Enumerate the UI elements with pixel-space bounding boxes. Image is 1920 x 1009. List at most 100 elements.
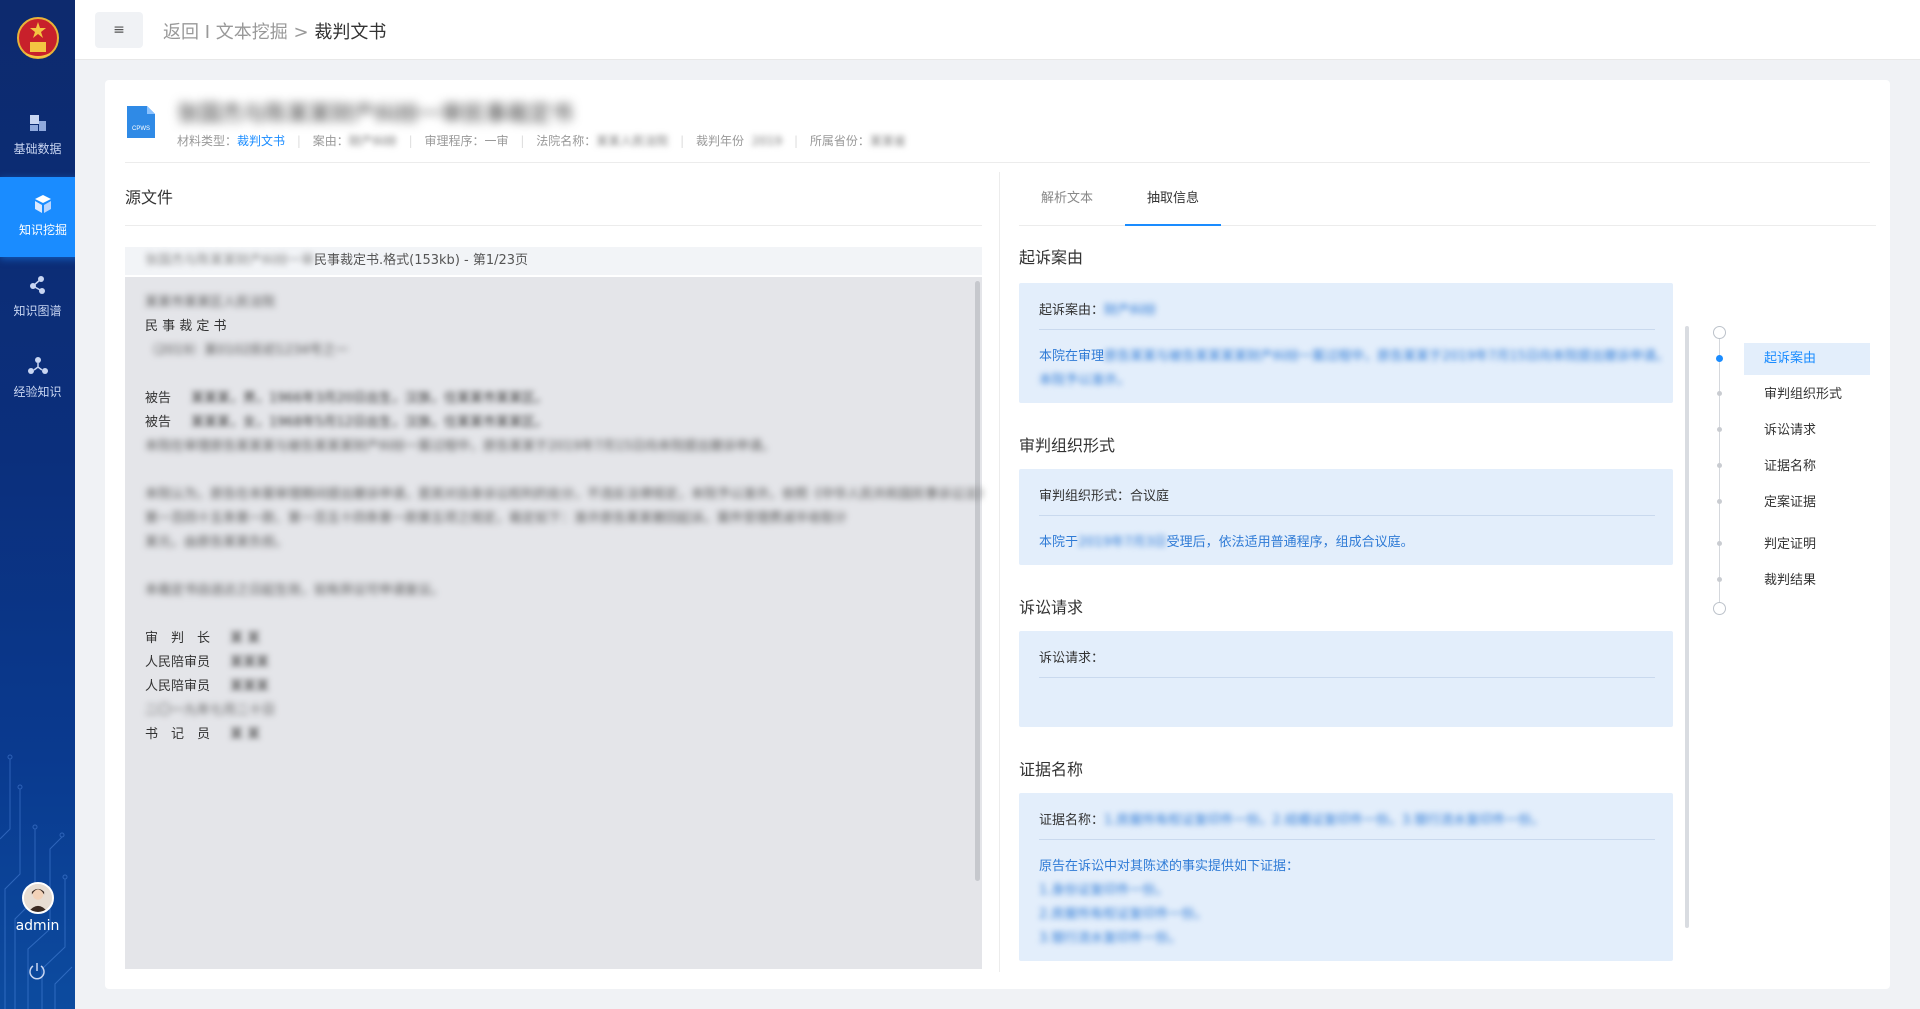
source-file-divider: [125, 225, 982, 226]
section-title: 起诉案由: [1019, 248, 1084, 267]
sidebar-item-experience[interactable]: 经验知识: [0, 339, 75, 419]
graph-icon: [29, 276, 45, 294]
outline-item[interactable]: 证据名称: [1744, 451, 1870, 483]
evidence-item: 1.身份证复印件一份。: [1039, 883, 1169, 898]
tab-extracted-info[interactable]: 抽取信息: [1125, 172, 1221, 226]
meta-cause-value: 财产纠纷: [348, 134, 397, 148]
desc-blurred: 2019年7月3日: [1078, 535, 1167, 550]
desc-suffix: 受理后，依法适用普通程序，组成合议庭。: [1166, 535, 1414, 550]
outline-item[interactable]: 审判组织形式: [1744, 379, 1870, 411]
outline-dot: [1717, 463, 1722, 468]
viewer-scrollbar[interactable]: [975, 281, 980, 881]
document-line: 二〇一九年七月二十日: [145, 703, 276, 718]
outline-dot: [1717, 391, 1722, 396]
field-label: 审判组织形式：: [1039, 489, 1131, 504]
section-box: 诉讼请求：: [1019, 631, 1673, 727]
document-line: 书 记 员某 某: [145, 727, 261, 742]
outline-dot: [1717, 427, 1722, 432]
document-line: 被告 某某某，女，1968年5月12日出生，汉族，住某某市某某区。: [145, 415, 548, 430]
file-info-bar: 张国杰与陈某某财产纠纷一审民事裁定书.格式(153kb) - 第1/23页: [125, 247, 982, 275]
menu-toggle-button[interactable]: ≡: [95, 12, 143, 48]
field-description: 本院于2019年7月3日受理后，依法适用普通程序，组成合议庭。: [1039, 531, 1414, 550]
header-divider: [125, 162, 1870, 163]
document-file-icon-label: CPWS: [132, 126, 150, 132]
document-viewer[interactable]: 某某市某某区人民法院民 事 裁 定 书 （2019）某0102民初1234号之一被…: [125, 277, 990, 969]
outline-timeline: [1719, 332, 1720, 608]
section-box: 证据名称：1.房屋所有权证复印件一份。2.结婚证复印件一份。3.银行流水复印件一…: [1019, 793, 1673, 961]
outline-dot: [1717, 577, 1722, 582]
tab-parsed-text[interactable]: 解析文本: [1019, 172, 1115, 226]
field-row: 审判组织形式：合议庭: [1039, 485, 1169, 504]
power-icon[interactable]: [28, 962, 46, 980]
section-title: 诉讼请求: [1019, 598, 1084, 617]
avatar-image: [24, 884, 52, 912]
source-file-title: 源文件: [125, 188, 174, 207]
field-label: 证据名称：: [1039, 813, 1105, 828]
back-link[interactable]: 返回: [163, 22, 199, 43]
field-description-line2: 本院予以准许。: [1039, 373, 1131, 388]
section-box: 审判组织形式：合议庭 本院于2019年7月3日受理后，依法适用普通程序，组成合议…: [1019, 469, 1673, 565]
outline-dot: [1716, 355, 1723, 362]
circuit-decoration: [0, 754, 73, 1009]
document-line: 某某市某某区人民法院: [145, 295, 276, 310]
sidebar-item-label: 经验知识: [13, 385, 62, 399]
document-meta: 材料类型：裁判文书 | 案由：财产纠纷 | 审理程序：一审 | 法院名称：某某人…: [177, 134, 906, 148]
desc-prefix: 本院在审理: [1039, 349, 1105, 364]
meta-province-label: 所属省份：: [809, 134, 870, 148]
extract-scrollbar[interactable]: [1685, 326, 1689, 928]
username: admin: [15, 918, 60, 934]
evidence-item: 2.房屋所有权证复印件一份。: [1039, 907, 1208, 922]
avatar[interactable]: [22, 882, 54, 914]
meta-type-value[interactable]: 裁判文书: [237, 134, 285, 148]
document-file-icon: CPWS: [127, 106, 155, 138]
panel-divider: [999, 172, 1000, 972]
desc-prefix: 本院于: [1039, 535, 1079, 550]
experience-icon: [27, 357, 48, 374]
meta-court-value: 某某人民法院: [596, 134, 669, 148]
outline-item[interactable]: 定案证据: [1744, 487, 1870, 519]
sidebar-item-knowledge-graph[interactable]: 知识图谱: [0, 258, 75, 338]
document-title: 张国杰与陈某某财产纠纷一审民事裁定书: [177, 102, 574, 126]
desc-blurred: 原告某某与被告某某某某财产纠纷一案过程中，原告某某于2019年7月15日向本院提…: [1104, 349, 1669, 364]
field-description: 原告在诉讼中对其陈述的事实提供如下证据：: [1039, 859, 1300, 874]
tab-bar: 解析文本 抽取信息: [1019, 172, 1876, 226]
field-description: 本院在审理原告某某与被告某某某某财产纠纷一案过程中，原告某某于2019年7月15…: [1039, 345, 1669, 364]
breadcrumb: 返回 I 文本挖掘 > 裁判文书: [163, 18, 386, 44]
sidebar-item-label: 基础数据: [13, 142, 62, 156]
field-value: 财产纠纷: [1104, 303, 1157, 318]
outline-item[interactable]: 起诉案由: [1744, 343, 1870, 375]
meta-year-value: 2019: [751, 134, 783, 148]
database-icon: [29, 115, 46, 131]
meta-province-value: 某某省: [869, 134, 906, 148]
document-line: （2019）某0102民初1234号之一: [145, 343, 349, 358]
sidebar-item-knowledge-mining[interactable]: 知识挖掘: [0, 177, 75, 257]
outline-item[interactable]: 判定证明: [1744, 529, 1870, 561]
document-line: 第一百四十五条第一款、第一百五十四条第一款第五项之规定，裁定如下：准许原告某某撤…: [145, 511, 848, 526]
outline-dot: [1717, 499, 1722, 504]
document-line: 被告 某某某，男，1966年3月20日出生，汉族，住某某市某某区。: [145, 391, 548, 406]
field-label: 诉讼请求：: [1039, 651, 1105, 666]
meta-year-label: 裁判年份: [695, 134, 744, 148]
outline-item[interactable]: 诉讼请求: [1744, 415, 1870, 447]
document-line: 审 判 长某 某: [145, 631, 261, 646]
sidebar-item-label: 知识图谱: [13, 304, 62, 318]
section-box: 起诉案由：财产纠纷 本院在审理原告某某与被告某某某某财产纠纷一案过程中，原告某某…: [1019, 283, 1673, 403]
document-line: 民 事 裁 定 书: [145, 319, 227, 334]
sidebar-item-base-data[interactable]: 基础数据: [0, 96, 75, 176]
meta-procedure-label: 审理程序：: [424, 134, 485, 148]
document-line: 本裁定书自送达之日起生效，如有异议可申请复议。: [145, 583, 445, 598]
document-line: 本院认为，原告在本案审理期间提出撤诉申请，是其对自身诉讼权利的处分，不违反法律规…: [145, 487, 991, 502]
field-row: 起诉案由：财产纠纷: [1039, 299, 1156, 318]
document-line: 本院在审理原告某某某与被告某某某财产纠纷一案过程中，原告某某于2019年7月15…: [145, 439, 775, 454]
field-label: 起诉案由：: [1039, 303, 1105, 318]
outline-end-marker: [1713, 602, 1726, 615]
meta-type-label: 材料类型：: [177, 134, 238, 148]
outline-item[interactable]: 裁判结果: [1744, 565, 1870, 597]
menu-icon: ≡: [113, 22, 125, 38]
document-line: 人民陪审员 某某某: [145, 655, 270, 670]
court-emblem-logo: [17, 17, 59, 59]
breadcrumb-arrow: >: [293, 22, 309, 43]
breadcrumb-parent[interactable]: 文本挖掘: [216, 22, 288, 43]
document-line: 某元，由原告某某负担。: [145, 535, 289, 550]
meta-court-label: 法院名称：: [536, 134, 597, 148]
